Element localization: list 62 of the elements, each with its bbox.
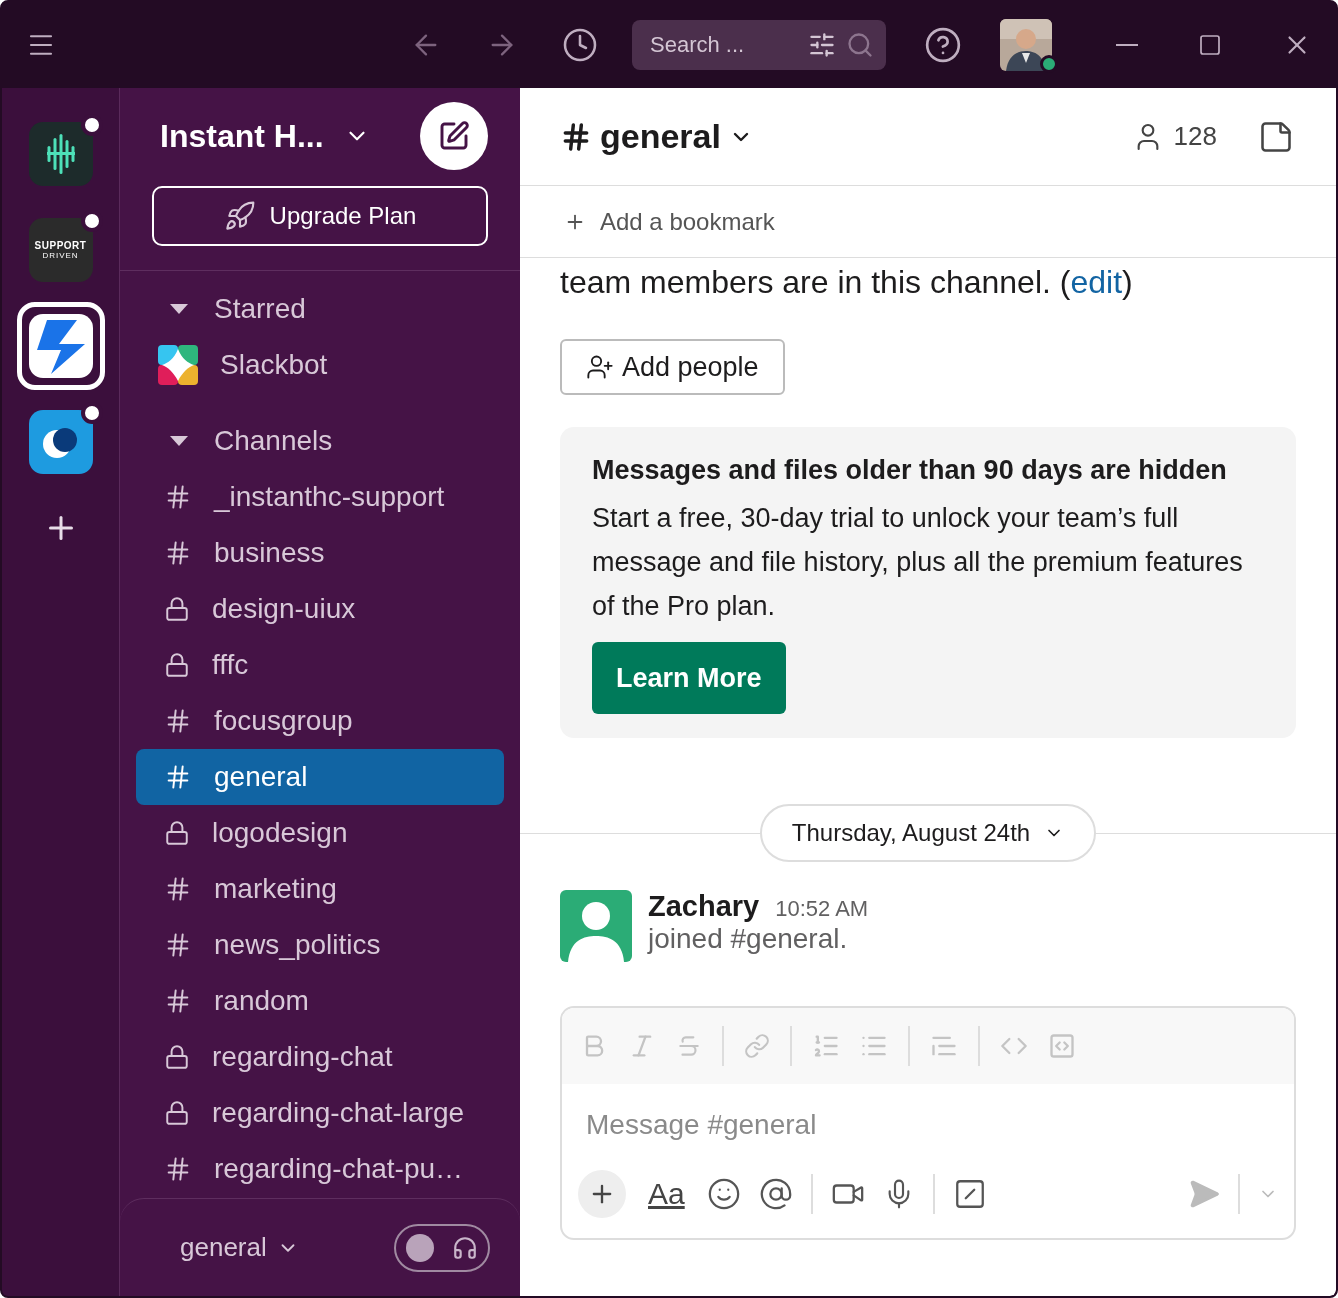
lock-icon [164, 652, 190, 678]
workspace-logo[interactable]: SUPPORT DRIVEN [28, 218, 93, 282]
sidebar-item[interactable]: general [136, 749, 504, 805]
message-text: joined #general. [648, 923, 848, 954]
workspace-name[interactable]: Instant H... [160, 117, 420, 155]
lock-icon [164, 1100, 190, 1126]
sidebar-item[interactable]: regarding-chat-large [136, 1085, 504, 1141]
add-button[interactable] [578, 1170, 626, 1218]
upgrade-button[interactable]: Upgrade Plan [152, 186, 488, 246]
section-header[interactable]: Channels [136, 413, 504, 469]
add-bookmark-button[interactable]: Add a bookmark [558, 206, 781, 237]
search-field[interactable]: Search ... [632, 20, 886, 70]
maximize-icon [1198, 33, 1222, 57]
channel-intro: team members are in this channel. (edit) [560, 264, 1134, 301]
lock-icon [164, 596, 190, 622]
clock-icon [562, 27, 598, 63]
mention-icon[interactable] [758, 1177, 793, 1211]
sidebar-item[interactable]: random [136, 973, 504, 1029]
lock-icon [164, 820, 190, 846]
headphones-icon [452, 1234, 478, 1261]
sidebar-item[interactable]: regarding-chat-pu… [136, 1141, 504, 1197]
bot-icon [158, 345, 198, 385]
emoji-icon[interactable] [706, 1177, 741, 1211]
add-people-button[interactable]: Add people [560, 339, 785, 395]
sidebar-item[interactable]: _instanthc-support [136, 469, 504, 525]
search-icon[interactable] [846, 31, 874, 59]
workspace-logo[interactable] [28, 122, 93, 186]
workspace-frame[interactable] [16, 302, 105, 390]
compose-icon [438, 120, 470, 152]
sidebar-item[interactable]: Slackbot [136, 337, 504, 393]
search-input[interactable]: Search ... [648, 31, 798, 59]
sidebar-item[interactable]: logodesign [136, 805, 504, 861]
members-button[interactable]: 128 [1124, 118, 1224, 155]
edit-link[interactable]: edit [1070, 264, 1123, 300]
sidebar-item[interactable]: regarding-chat [136, 1029, 504, 1085]
huddle-toggle[interactable] [394, 1223, 490, 1272]
date-divider[interactable]: Thursday, August 24th [759, 804, 1097, 862]
rocket-icon [223, 200, 256, 232]
huddle-channel[interactable]: general [174, 1231, 305, 1264]
avatar[interactable] [560, 890, 632, 962]
add-person-icon [586, 353, 614, 381]
sidebar-item[interactable]: marketing [136, 861, 504, 917]
message-time[interactable]: 10:52 AM [775, 896, 869, 922]
sidebar-item[interactable]: focusgroup [136, 693, 504, 749]
section-header[interactable]: Starred [136, 281, 504, 337]
workspace-logo[interactable] [28, 314, 93, 378]
sidebar-item[interactable]: fffc [136, 637, 504, 693]
notice-title: Messages and files older than 90 days are hidden [592, 455, 1228, 486]
workspace-logo[interactable] [28, 410, 93, 474]
message-composer[interactable]: Message #general Aa [560, 1006, 1296, 1240]
help-icon [924, 26, 962, 64]
sidebar-item[interactable]: design-uiux [136, 581, 504, 637]
learn-more-button[interactable]: Learn More [592, 642, 786, 714]
sidebar-item[interactable]: news_politics [136, 917, 504, 973]
message-author[interactable]: Zachary [648, 890, 760, 923]
formatting-button[interactable]: Aa [644, 1177, 689, 1211]
lock-icon [164, 1044, 190, 1070]
filter-icon[interactable] [808, 31, 836, 59]
channel-name[interactable]: general [560, 117, 1125, 156]
minimize-icon [1116, 44, 1138, 46]
notice-text: Start a free, 30-day trial to unlock your team’s full message and file history, plus all the premium features of the Pro plan. [592, 502, 1244, 623]
sidebar-item[interactable]: business [136, 525, 504, 581]
